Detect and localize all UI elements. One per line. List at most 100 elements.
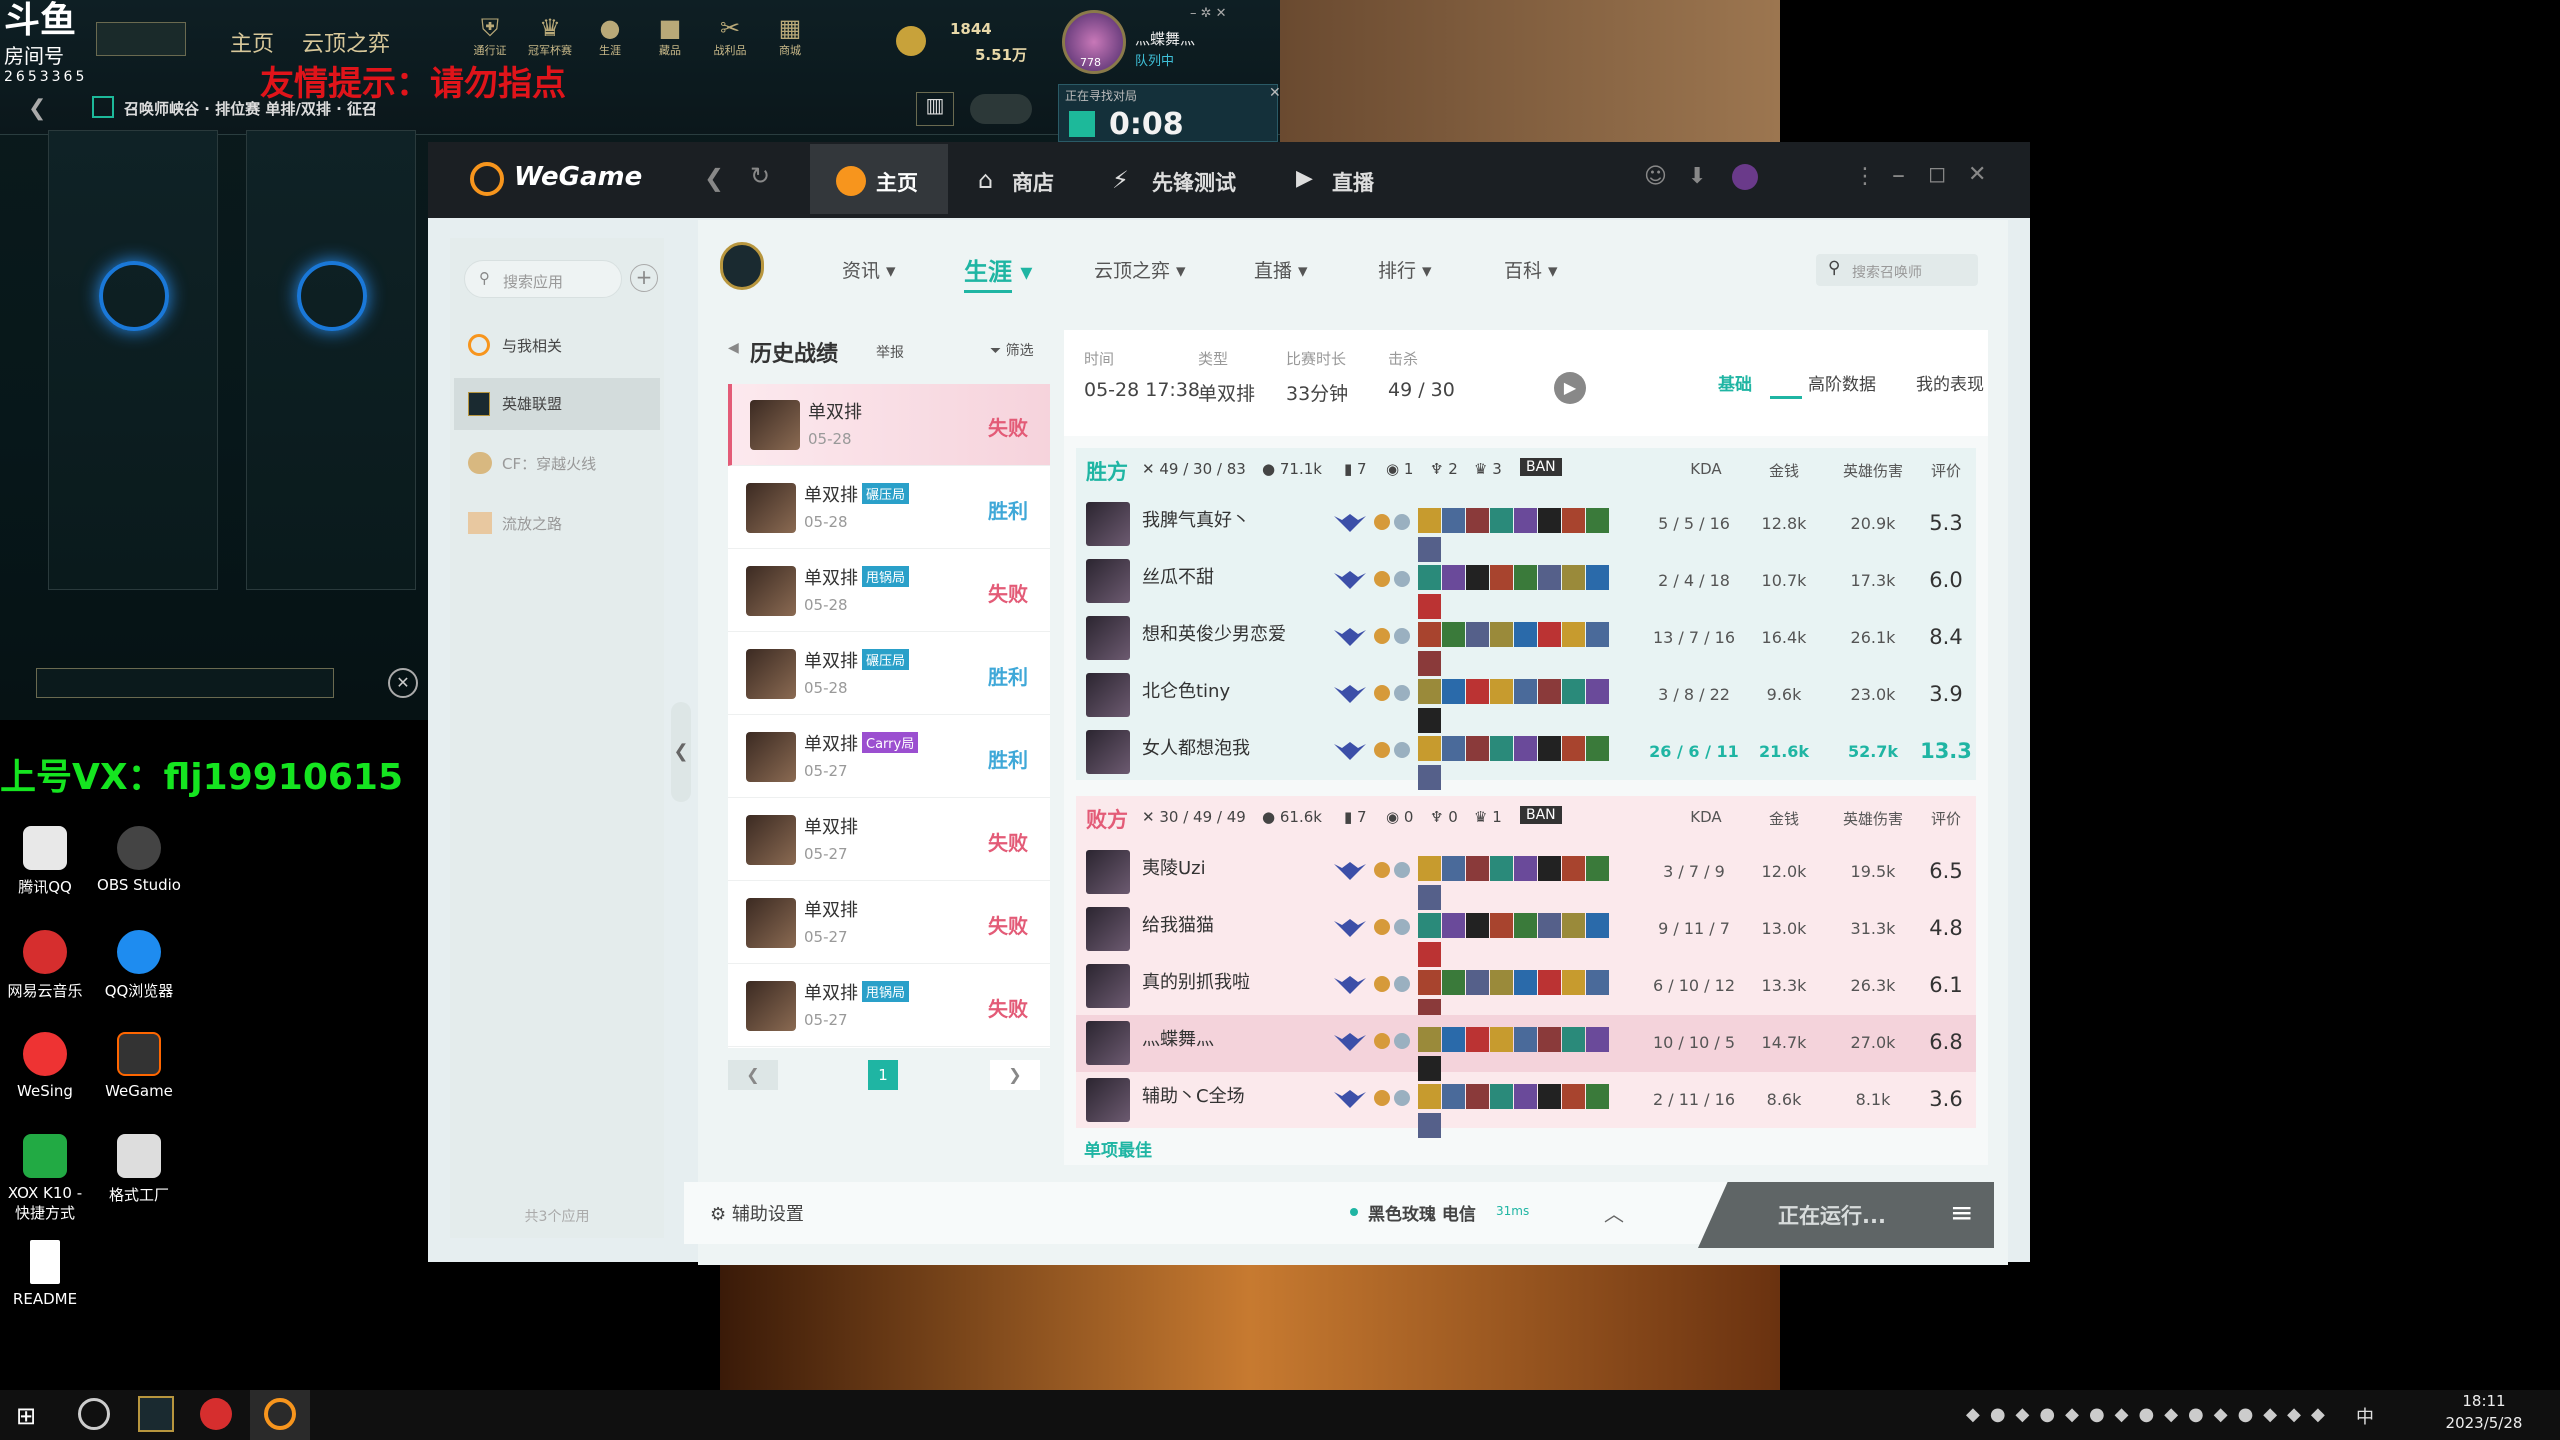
player-name[interactable]: 辅助丶C全场 xyxy=(1142,1082,1332,1108)
report-link[interactable]: 举报 xyxy=(876,342,904,362)
loot-icon[interactable]: ✂ 战利品 xyxy=(700,14,760,84)
filter-button[interactable]: ⏷ 筛选 xyxy=(990,340,1034,360)
desktop-icon-netease-music[interactable]: 网易云音乐 xyxy=(0,930,90,1001)
clock-date[interactable]: 2023/5/28 xyxy=(2434,1414,2534,1432)
store-icon[interactable]: ▦ 商城 xyxy=(760,14,820,84)
ban-button[interactable]: BAN xyxy=(1520,458,1562,476)
lol-nav-tft[interactable]: 云顶之弈 xyxy=(302,26,390,58)
desktop-icon-wegame[interactable]: WeGame xyxy=(94,1032,184,1100)
ban-button[interactable]: BAN xyxy=(1520,806,1562,824)
windows-start-icon[interactable]: ⊞ xyxy=(16,1402,36,1430)
download-icon[interactable]: ⬇ xyxy=(1688,164,1706,189)
desktop-icon-qq-browser[interactable]: QQ浏览器 xyxy=(94,930,184,1001)
lobby-close-icon[interactable]: ✕ xyxy=(388,668,418,698)
lol-back-icon[interactable]: ❮ xyxy=(28,96,46,121)
lol-search-box[interactable] xyxy=(96,22,186,56)
maximize-icon[interactable]: ◻ xyxy=(1928,162,1946,187)
subnav-wiki[interactable]: 百科 ▾ xyxy=(1504,256,1558,283)
match-list-item[interactable]: 单双排 05-27 失败 xyxy=(728,799,1050,881)
clock-time[interactable]: 18:11 xyxy=(2434,1392,2534,1410)
page-number[interactable]: 1 xyxy=(868,1060,898,1090)
player-row[interactable]: 我脾气真好丶 5 / 5 / 16 12.8k 20.9k 5.3 xyxy=(1076,496,1976,562)
player-row[interactable]: 北仑色tiny 3 / 8 / 22 9.6k 23.0k 3.9 xyxy=(1076,667,1976,733)
system-tray-icons[interactable]: ◆●◆●◆●◆●◆●◆●◆◆◆ xyxy=(1966,1404,2335,1425)
lol-toggle[interactable] xyxy=(970,94,1032,124)
sidebar-item-lol[interactable]: 英雄联盟 xyxy=(454,378,660,430)
player-name[interactable]: 丝瓜不甜 xyxy=(1142,563,1332,589)
taskbar-music-icon[interactable] xyxy=(200,1398,232,1430)
taskbar-obs-icon[interactable] xyxy=(78,1398,110,1430)
match-list-item[interactable]: 单双排 05-28 失败 xyxy=(728,384,1050,466)
collapse-sidebar-handle[interactable]: ❮ xyxy=(671,702,691,802)
player-name[interactable]: 灬蝶舞灬 xyxy=(1142,1025,1332,1051)
lol-window-controls[interactable]: – ✲ ✕ xyxy=(1190,6,1227,21)
player-row[interactable]: 辅助丶C全场 2 / 11 / 16 8.6k 8.1k 3.6 xyxy=(1076,1072,1976,1138)
tab-advanced[interactable]: 高阶数据 xyxy=(1808,370,1876,395)
player-name[interactable]: 北仑色tiny xyxy=(1142,677,1332,703)
lobby-chat-input[interactable] xyxy=(36,668,334,698)
player-name[interactable]: 真的别抓我啦 xyxy=(1142,968,1332,994)
back-icon[interactable]: ❮ xyxy=(704,164,724,192)
desktop-icon-obs[interactable]: OBS Studio xyxy=(94,826,184,894)
close-icon[interactable]: ✕ xyxy=(1968,162,1986,187)
assist-settings-button[interactable]: ⚙ 辅助设置 xyxy=(710,1200,804,1226)
chat-icon[interactable]: ☺ xyxy=(1644,164,1667,189)
tab-basic[interactable]: 基础 xyxy=(1718,370,1752,395)
match-list-item[interactable]: 单双排 碾压局 05-28 胜利 xyxy=(728,633,1050,715)
sidebar-item-cf[interactable]: CF：穿越火线 xyxy=(454,438,660,490)
summoner-search-input[interactable]: ⚲ 搜索召唤师 xyxy=(1816,254,1978,286)
desktop-icon-format-factory[interactable]: 格式工厂 xyxy=(94,1134,184,1205)
match-list-item[interactable]: 单双排 Carry局 05-27 胜利 xyxy=(728,716,1050,798)
match-list-item[interactable]: 单双排 05-27 失败 xyxy=(728,882,1050,964)
add-app-icon[interactable]: + xyxy=(630,264,658,292)
running-button[interactable]: 正在运行... ≡ xyxy=(1698,1182,1994,1248)
taskbar-wegame-button[interactable] xyxy=(250,1390,310,1440)
match-list-item[interactable]: 单双排 甩锅局 05-27 失败 xyxy=(728,965,1050,1047)
next-page-icon[interactable]: ❯ xyxy=(990,1060,1040,1090)
hamburger-menu-icon[interactable]: ≡ xyxy=(1950,1196,1973,1229)
expand-icon[interactable]: ︿ xyxy=(1604,1198,1624,1227)
desktop-icon-xox[interactable]: XOX K10 - 快捷方式 xyxy=(0,1134,90,1223)
taskbar-lol-icon[interactable] xyxy=(138,1396,174,1432)
player-row[interactable]: 想和英俊少男恋爱 13 / 7 / 16 16.4k 26.1k 8.4 xyxy=(1076,610,1976,676)
user-avatar[interactable] xyxy=(1732,164,1758,190)
player-row[interactable]: 给我猫猫 9 / 11 / 7 13.0k 31.3k 4.8 xyxy=(1076,901,1976,967)
career-icon[interactable]: ● 生涯 xyxy=(580,14,640,84)
best-stats-link[interactable]: 单项最佳 xyxy=(1084,1136,1152,1161)
player-row[interactable]: 真的别抓我啦 6 / 10 / 12 13.3k 26.3k 6.1 xyxy=(1076,958,1976,1024)
player-row[interactable]: 夷陵Uzi 3 / 7 / 9 12.0k 19.5k 6.5 xyxy=(1076,844,1976,910)
tab-home[interactable]: 主页 xyxy=(810,144,948,214)
lol-nav-home[interactable]: 主页 xyxy=(230,26,274,58)
minimize-icon[interactable]: – xyxy=(1892,160,1905,190)
player-name[interactable]: 想和英俊少男恋爱 xyxy=(1142,620,1332,646)
desktop-icon-qq[interactable]: 腾讯QQ xyxy=(0,826,90,897)
lol-stats-icon[interactable]: ▥ xyxy=(916,92,954,126)
replay-icon[interactable]: ▶ xyxy=(1554,372,1586,404)
tab-live[interactable]: 直播 xyxy=(1332,167,1374,197)
subnav-tft[interactable]: 云顶之弈 ▾ xyxy=(1094,256,1186,283)
player-name[interactable]: 女人都想泡我 xyxy=(1142,734,1332,760)
ime-indicator[interactable]: 中 xyxy=(2356,1403,2374,1429)
player-name[interactable]: 我脾气真好丶 xyxy=(1142,506,1332,532)
subnav-career[interactable]: 生涯 ▾ xyxy=(964,252,1032,293)
player-row[interactable]: 灬蝶舞灬 10 / 10 / 5 14.7k 27.0k 6.8 xyxy=(1076,1015,1976,1081)
sidebar-item-related[interactable]: 与我相关 xyxy=(454,320,660,372)
subnav-live[interactable]: 直播 ▾ xyxy=(1254,256,1308,283)
queue-close-icon[interactable]: ✕ xyxy=(1269,85,1281,101)
menu-icon[interactable]: ⋮ xyxy=(1854,164,1876,189)
match-list-item[interactable]: 单双排 甩锅局 05-28 失败 xyxy=(728,550,1050,632)
player-name[interactable]: 夷陵Uzi xyxy=(1142,854,1332,880)
history-back-icon[interactable]: ◀ xyxy=(728,340,739,356)
app-search-input[interactable]: ⚲ 搜索应用 xyxy=(464,260,622,298)
tab-store[interactable]: 商店 xyxy=(1012,167,1054,197)
refresh-icon[interactable]: ↻ xyxy=(750,162,770,190)
desktop-icon-wesing[interactable]: WeSing xyxy=(0,1032,90,1100)
prev-page-icon[interactable]: ❮ xyxy=(728,1060,778,1090)
desktop-icon-readme[interactable]: README xyxy=(0,1240,90,1308)
tab-vanguard-test[interactable]: 先锋测试 xyxy=(1152,167,1236,197)
subnav-rank[interactable]: 排行 ▾ xyxy=(1378,256,1432,283)
player-row[interactable]: 丝瓜不甜 2 / 4 / 18 10.7k 17.3k 6.0 xyxy=(1076,553,1976,619)
subnav-news[interactable]: 资讯 ▾ xyxy=(842,256,896,283)
collection-icon[interactable]: ■ 藏品 xyxy=(640,14,700,84)
match-list-item[interactable]: 单双排 碾压局 05-28 胜利 xyxy=(728,467,1050,549)
